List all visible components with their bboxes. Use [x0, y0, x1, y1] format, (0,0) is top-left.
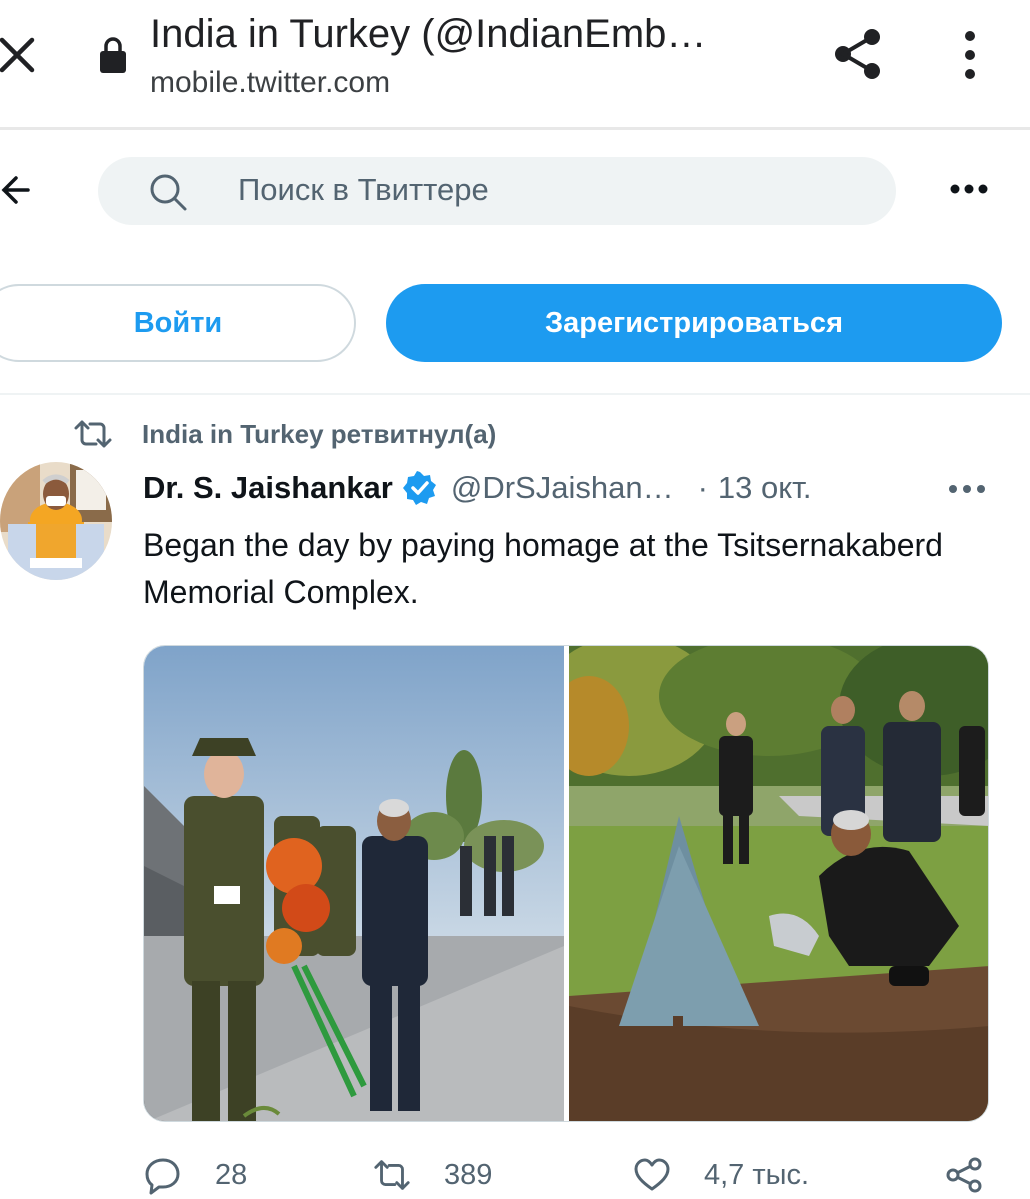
tweet-media[interactable] [143, 645, 989, 1122]
toolbar-divider [0, 127, 1030, 130]
page-url[interactable]: mobile.twitter.com [150, 66, 390, 100]
more-icon [949, 485, 985, 493]
retweet-icon [74, 420, 112, 448]
browser-share-button[interactable] [830, 24, 886, 84]
retweet-context: India in Turkey ретвитнул(а) [72, 414, 496, 454]
reply-icon [145, 1158, 180, 1195]
browser-menu-button[interactable] [952, 28, 988, 82]
date-separator: · [697, 470, 708, 505]
section-divider [0, 393, 1030, 395]
screen: India in Turkey (@IndianEmb… mobile.twit… [0, 0, 1030, 1199]
back-arrow-icon [1, 176, 30, 204]
reply-button[interactable]: 28 [143, 1150, 247, 1199]
login-button[interactable]: Войти [0, 284, 356, 362]
author-name[interactable]: Dr. S. Jaishankar [143, 470, 393, 506]
photo-tree-planting[interactable] [569, 646, 989, 1122]
close-icon [0, 37, 35, 73]
photo-wreath-ceremony[interactable] [144, 646, 564, 1122]
retweet-count: 389 [444, 1158, 493, 1191]
search-bar[interactable]: Поиск в Твиттере [98, 157, 896, 225]
like-button[interactable]: 4,7 тыс. [632, 1150, 809, 1199]
retweet-icon [374, 1160, 410, 1190]
share-icon [946, 1157, 982, 1193]
search-icon [150, 174, 187, 211]
tweet-date[interactable]: 13 окт. [718, 470, 812, 506]
reply-count: 28 [215, 1158, 248, 1191]
like-icon [634, 1158, 670, 1191]
author-handle[interactable]: @DrSJaishan… [451, 470, 674, 506]
overflow-menu-icon [965, 31, 975, 79]
signup-button[interactable]: Зарегистрироваться [386, 284, 1002, 362]
more-icon [950, 184, 988, 194]
header-more-button[interactable] [944, 174, 994, 204]
tweet-text: Began the day by paying homage at the Ts… [143, 527, 943, 610]
tweet-header: Dr. S. Jaishankar @DrSJaishan… · 13 окт. [143, 466, 812, 510]
retweet-button[interactable]: 389 [372, 1150, 492, 1199]
avatar[interactable] [0, 462, 112, 580]
verified-icon [402, 471, 436, 505]
tweet-actions: 28 389 4,7 тыс. [0, 1150, 1030, 1199]
search-input[interactable]: Поиск в Твиттере [238, 172, 489, 208]
share-icon [835, 29, 880, 79]
lock-icon [100, 37, 126, 73]
browser-toolbar: India in Turkey (@IndianEmb… mobile.twit… [0, 0, 1030, 128]
tweet-share-button[interactable] [944, 1150, 984, 1199]
avatar-image [0, 462, 112, 580]
like-count: 4,7 тыс. [704, 1158, 810, 1191]
close-tab-button[interactable] [0, 30, 36, 78]
tweet-more-button[interactable] [944, 478, 990, 500]
retweet-label[interactable]: India in Turkey ретвитнул(а) [142, 419, 496, 450]
page-title: India in Turkey (@IndianEmb… [150, 12, 707, 56]
back-button[interactable] [0, 168, 30, 212]
